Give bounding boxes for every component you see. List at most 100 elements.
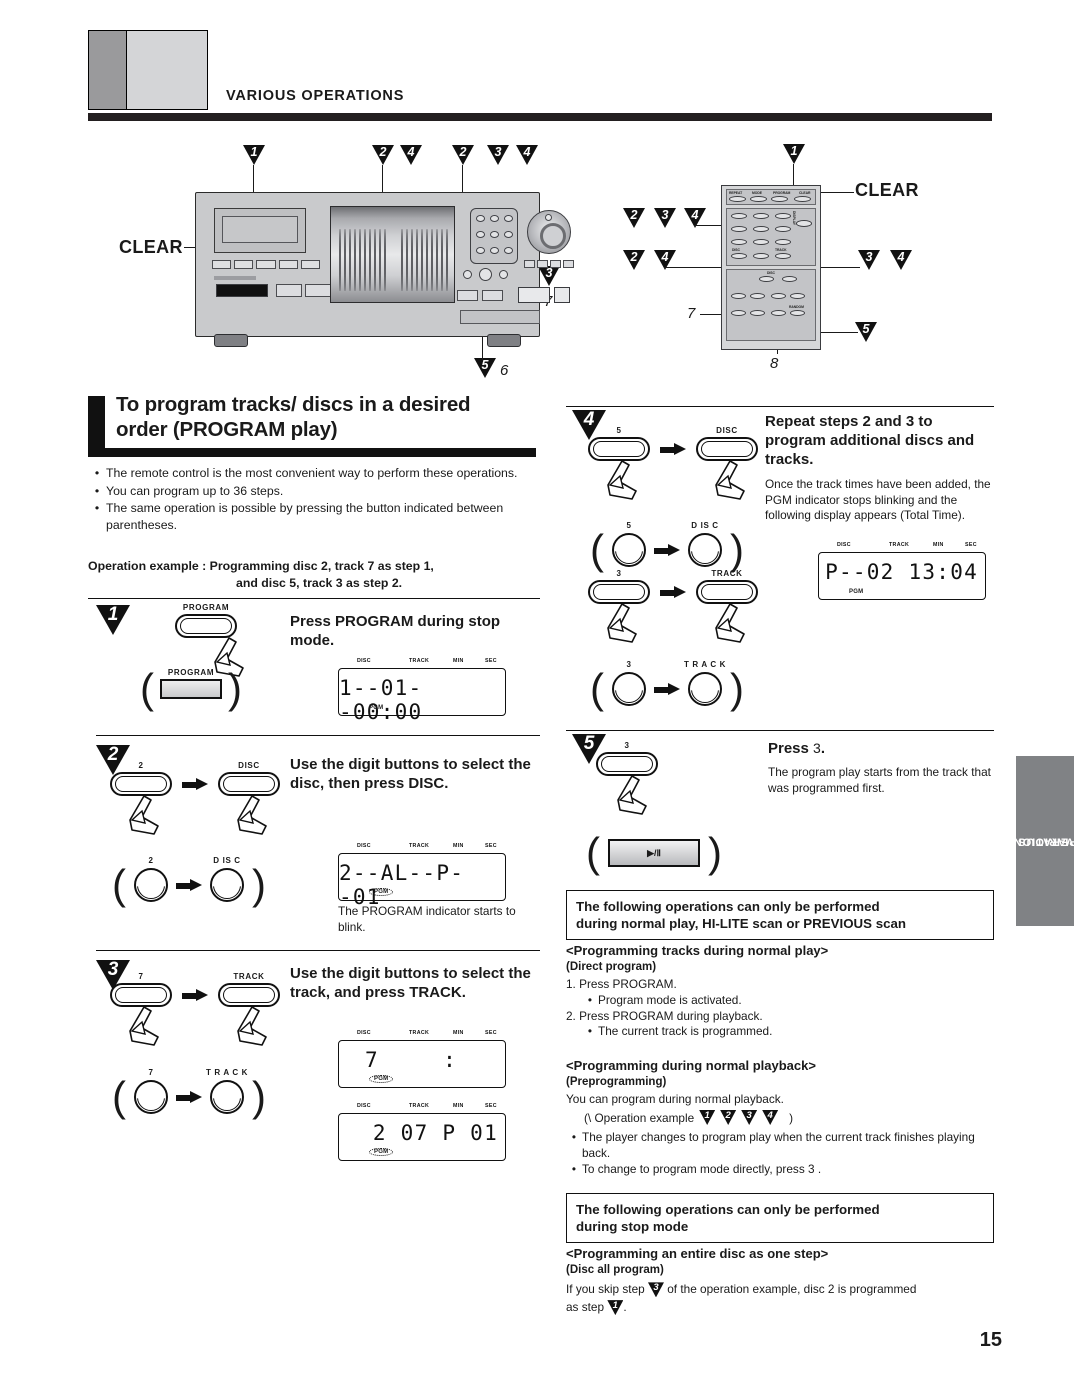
display-header-sec: SEC xyxy=(485,1103,497,1109)
clear-label-deck: CLEAR xyxy=(119,237,183,257)
step-2-digit-caption: 2 xyxy=(138,761,144,770)
callout-deck-2a: 2 xyxy=(372,145,394,165)
page-section-title: VARIOUS OPERATIONS xyxy=(226,88,405,104)
play-button-glyph xyxy=(596,752,658,776)
bullet-dot: • xyxy=(571,1130,577,1144)
remote-track-button xyxy=(775,253,791,259)
note-box-1-line2: during normal play, HI-LITE scan or PREV… xyxy=(576,916,907,932)
display-value: 2 07 P 01 xyxy=(372,1121,498,1145)
note-box-2-line2: during stop mode xyxy=(576,1219,689,1235)
bullet-item: • The remote control is the most convenie… xyxy=(88,465,540,482)
digit-7-button-glyph xyxy=(110,983,172,1007)
step-3-paren-digit-caption: 7 xyxy=(148,1068,154,1077)
section-bullets: • The remote control is the most convenie… xyxy=(88,465,540,535)
callout-remote-8: 8 xyxy=(770,355,779,372)
callout-deck-3b: 3 xyxy=(538,266,560,286)
header-rule xyxy=(88,113,992,121)
callout-deck-1: 1 xyxy=(243,145,265,165)
bullet-item: • The same operation is possible by press… xyxy=(88,500,540,533)
remote-digit-5 xyxy=(753,226,769,232)
display-header-disc: DISC xyxy=(837,542,851,548)
step-5-symbol: 3 xyxy=(813,740,821,756)
remote-repeat-button xyxy=(729,196,746,202)
display-header-sec: SEC xyxy=(485,843,497,849)
step-divider xyxy=(566,406,994,408)
note-text: The current track is programmed. xyxy=(598,1024,773,1039)
note-item: • To change to program mode directly, pre… xyxy=(566,1162,994,1178)
step-2-display: DISC TRACK MIN SEC 2--AL--P--01 PGM xyxy=(338,843,506,909)
display-headers: DISC TRACK MIN SEC xyxy=(339,1030,505,1040)
bullet-item: • You can program up to 36 steps. xyxy=(88,483,540,500)
step-1-number: 1 xyxy=(96,605,130,635)
step-2-paren-disc-caption: D IS C xyxy=(213,856,241,865)
step-3-display-1: DISC TRACK MIN SEC 7 : PGM xyxy=(338,1030,506,1088)
step-4-paren-digit3: 3 xyxy=(626,660,632,669)
bullet-text: You can program up to 36 steps. xyxy=(106,483,284,498)
sub3-mark-step3: 3 xyxy=(647,1282,664,1298)
example-mark-3: 3 xyxy=(741,1110,758,1125)
step-2-paren-group: ( 2 D IS C ) xyxy=(112,856,266,906)
note-text: 2. Press PROGRAM during playback. xyxy=(566,1008,763,1023)
display-header-sec: SEC xyxy=(485,1030,497,1036)
paren-close: ) xyxy=(228,665,242,712)
bullet-dot: • xyxy=(94,466,100,480)
deck-foot-left xyxy=(214,334,248,347)
display-headers: DISC TRACK MIN SEC xyxy=(339,658,505,668)
deck-play-pause-button-glyph: ▶/Ⅱ xyxy=(608,839,700,867)
deck-square-button-2 xyxy=(482,290,503,301)
sub3-text-d: . xyxy=(623,1299,627,1314)
display-value-right: : xyxy=(443,1048,457,1072)
remote-digit-8 xyxy=(753,239,769,245)
subsection-2-lead: You can program during normal playback. xyxy=(566,1092,784,1106)
step-4-button-group-2: 3 TRACK xyxy=(588,569,758,643)
callout-deck-2b: 2 xyxy=(452,145,474,165)
bullet-dot: • xyxy=(587,992,593,1007)
sub3-text-a: If you skip step xyxy=(566,1282,645,1296)
display-header-sec: SEC xyxy=(965,542,977,548)
remote-program-button xyxy=(771,196,788,202)
step-4-paren-track: T R A C K xyxy=(683,660,727,669)
remote-disc-button xyxy=(731,253,747,259)
deck-track-glyph xyxy=(688,672,722,706)
operation-example: Operation example : Programming disc 2, … xyxy=(88,558,540,591)
step-3-button-group: 7 TRACK xyxy=(110,972,280,1046)
display-header-disc: DISC xyxy=(357,1030,371,1036)
deck-digit-7-glyph xyxy=(134,1080,168,1114)
display-header-min: MIN xyxy=(453,658,464,664)
remote-disc-minus xyxy=(759,276,774,282)
remote-digit-9 xyxy=(775,239,791,245)
bullet-dot: • xyxy=(94,483,100,498)
remote-random-button xyxy=(790,310,805,316)
example-label: (\ Operation example xyxy=(584,1110,695,1125)
remote-disc-plus xyxy=(782,276,797,282)
display-headers: DISC TRACK MIN SEC xyxy=(819,542,985,552)
step-4-subtext: Once the track times have been added, th… xyxy=(765,477,991,523)
note-item: 2. Press PROGRAM during playback. xyxy=(566,1009,994,1025)
remote-clear-button xyxy=(794,196,811,202)
step-5-digit-caption: 3 xyxy=(624,741,630,750)
operation-example-label: Operation example : xyxy=(88,559,207,573)
arrow-right-icon xyxy=(660,586,686,598)
step-1-paren-caption: PROGRAM xyxy=(167,668,215,677)
section-title: To program tracks/ discs in a desired or… xyxy=(116,392,540,442)
display-header-track: TRACK xyxy=(409,1103,430,1109)
display-header-sec: SEC xyxy=(485,658,497,664)
deck-eject-button xyxy=(305,284,331,297)
disc-carousel xyxy=(330,206,455,303)
remote-label-mode: MODE xyxy=(752,190,762,195)
paren-close: ) xyxy=(730,526,744,573)
step-3-display-2: DISC TRACK MIN SEC 2 07 P 01 PGM xyxy=(338,1103,506,1161)
subsection-2-paren: (Preprogramming) xyxy=(566,1076,667,1088)
example-close: ) xyxy=(789,1110,794,1125)
step-3-instruction: Use the digit buttons to select the trac… xyxy=(290,965,531,1001)
callout-deck-5: 5 xyxy=(474,358,496,378)
display-headers: DISC TRACK MIN SEC xyxy=(339,843,505,853)
sub3-mark-step1: 1 xyxy=(607,1300,624,1316)
display-pgm-indicator: PGM xyxy=(369,705,384,711)
step-2-caption: The PROGRAM indicator starts to blink. xyxy=(338,904,516,934)
deck-numeric-keypad xyxy=(470,208,518,264)
display-header-disc: DISC xyxy=(357,658,371,664)
note-box-normal-play: The following operations can only be per… xyxy=(566,890,994,941)
arrow-right-icon xyxy=(654,683,680,695)
deck-play-button xyxy=(518,287,550,303)
